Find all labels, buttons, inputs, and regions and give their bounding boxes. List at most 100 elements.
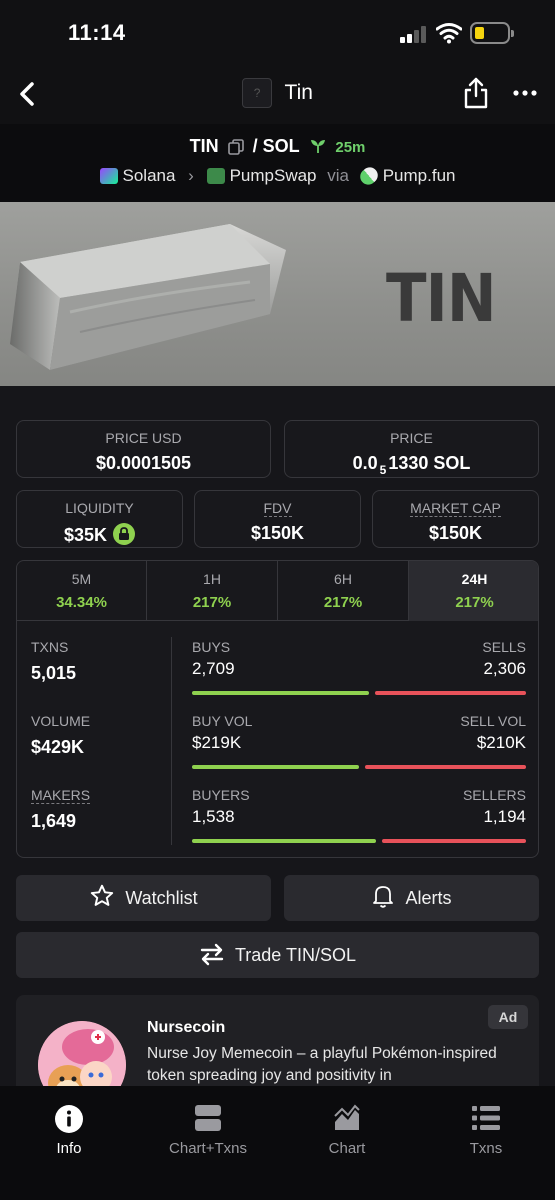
buy-vol-label: BUY VOL xyxy=(192,713,253,729)
buys-sells-stat: BUYS SELLS 2,709 2,306 xyxy=(192,639,526,699)
alerts-button[interactable]: Alerts xyxy=(284,875,539,921)
volume-label: VOLUME xyxy=(31,713,91,729)
tab-change: 217% xyxy=(192,594,232,611)
sell-vol-value: $210K xyxy=(476,733,526,752)
tab-change: 217% xyxy=(455,594,494,611)
alerts-label: Alerts xyxy=(405,888,452,908)
buy-sell-volume-stat: BUY VOL SELL VOL $219K $210K xyxy=(192,713,526,773)
via-text: via xyxy=(327,166,349,185)
watchlist-label: Watchlist xyxy=(125,888,198,908)
price-native-label: PRICE xyxy=(390,430,433,446)
sell-vol-label: SELL VOL xyxy=(460,713,526,729)
trade-button[interactable]: Trade TIN/SOL xyxy=(16,932,539,978)
banner-text: TIN xyxy=(386,260,497,337)
tab-chart[interactable]: Chart xyxy=(287,1104,407,1157)
tab-chart-txns[interactable]: Chart+Txns xyxy=(148,1104,268,1157)
token-placeholder-icon: ? xyxy=(242,78,273,108)
tab-info-label: Info xyxy=(56,1140,82,1157)
market-cap-value: $150K xyxy=(428,523,483,543)
chevron-right-icon: › xyxy=(188,166,194,185)
share-icon[interactable] xyxy=(462,76,490,110)
tab-24h[interactable]: 24H 217% xyxy=(409,561,538,621)
price-usd-card: PRICE USD $0.0001505 xyxy=(16,420,271,478)
timeframe-tabs: 5M 34.34% 1H 217% 6H 217% 24H 217% xyxy=(17,561,538,621)
tab-5m[interactable]: 5M 34.34% xyxy=(17,561,147,621)
txns-stat: TXNS 5,015 xyxy=(31,639,76,684)
price-usd-value: $0.0001505 xyxy=(95,453,192,473)
liquidity-card: LIQUIDITY $35K xyxy=(16,490,183,548)
pair-age: 25m xyxy=(335,139,366,156)
buys-sells-ratio-bar xyxy=(192,691,526,695)
launchpad-link[interactable]: Pump.fun xyxy=(383,166,456,185)
dex-link[interactable]: PumpSwap xyxy=(230,166,317,185)
lock-icon[interactable] xyxy=(113,523,136,545)
makers-stat[interactable]: MAKERS 1,649 xyxy=(31,787,91,832)
fdv-card[interactable]: FDV $150K xyxy=(194,490,361,548)
pair-route: Solana › PumpSwap via Pump.fun xyxy=(0,164,555,188)
bottom-tab-bar: Info Chart+Txns Chart Txns xyxy=(0,1086,555,1200)
tab-label: 1H xyxy=(203,571,221,587)
status-time: 11:14 xyxy=(68,20,126,45)
wifi-icon xyxy=(436,23,462,44)
swap-arrows-icon xyxy=(200,943,224,966)
more-options-icon[interactable] xyxy=(512,78,538,108)
tab-txns[interactable]: Txns xyxy=(426,1104,546,1157)
market-cap-card[interactable]: MARKET CAP $150K xyxy=(372,490,539,548)
pumpswap-icon xyxy=(206,168,225,184)
tab-label: 24H xyxy=(461,571,488,587)
base-symbol: TIN xyxy=(189,136,219,156)
tin-ingot-image xyxy=(10,224,286,370)
volume-stat: VOLUME $429K xyxy=(31,713,90,758)
chart-icon xyxy=(334,1104,360,1130)
tab-change: 217% xyxy=(323,594,363,611)
fdv-label: FDV xyxy=(263,500,292,517)
tab-info[interactable]: Info xyxy=(9,1104,129,1157)
fdv-value: $150K xyxy=(250,523,305,543)
status-bar: 11:14 xyxy=(0,0,555,66)
pill-icon xyxy=(356,164,381,188)
makers-label: MAKERS xyxy=(31,787,91,804)
bell-icon xyxy=(373,886,394,908)
buy-sell-volume-ratio-bar xyxy=(192,765,526,769)
sellers-value: 1,194 xyxy=(483,807,526,826)
tab-6h[interactable]: 6H 217% xyxy=(278,561,409,621)
nav-header: ? Tin xyxy=(0,66,555,124)
makers-value: 1,649 xyxy=(31,811,77,831)
watchlist-button[interactable]: Watchlist xyxy=(16,875,271,921)
tab-change: 34.34% xyxy=(56,594,107,611)
price-usd-label: PRICE USD xyxy=(105,430,182,446)
volume-value: $429K xyxy=(31,737,85,757)
sells-value: 2,306 xyxy=(483,659,526,678)
buyers-label: BUYERS xyxy=(192,787,250,803)
copy-icon[interactable] xyxy=(227,139,244,156)
txns-value: 5,015 xyxy=(31,663,77,683)
pair-header: TIN / SOL 25m Solana › PumpSwap via Pump… xyxy=(0,124,555,202)
tab-1h[interactable]: 1H 217% xyxy=(147,561,278,621)
stats-divider xyxy=(171,637,172,845)
ad-card[interactable]: Nursecoin Nurse Joy Memecoin – a playful… xyxy=(16,995,539,1095)
tab-label: 6H xyxy=(334,571,352,587)
battery-icon xyxy=(470,22,514,44)
list-icon xyxy=(472,1106,500,1130)
seedling-icon xyxy=(311,140,326,153)
split-view-icon xyxy=(195,1105,221,1131)
ad-badge: Ad xyxy=(488,1005,528,1029)
buy-vol-value: $219K xyxy=(192,733,242,752)
quote-symbol: SOL xyxy=(262,136,300,156)
sellers-label: SELLERS xyxy=(462,787,526,803)
buys-value: 2,709 xyxy=(192,659,235,678)
tab-chart-label: Chart xyxy=(328,1140,366,1157)
fdv-label-wrap: FDV xyxy=(195,500,360,517)
chain-link[interactable]: Solana xyxy=(123,166,176,185)
price-native-value: 0.0 5 1330 SOL xyxy=(352,453,471,477)
stats-panel: 5M 34.34% 1H 217% 6H 217% 24H 217% TXNS … xyxy=(16,560,539,858)
market-cap-label: MARKET CAP xyxy=(410,500,501,517)
liquidity-label: LIQUIDITY xyxy=(65,500,134,516)
market-cap-label-wrap: MARKET CAP xyxy=(373,500,538,517)
txns-label: TXNS xyxy=(31,639,69,655)
liquidity-value-group: $35K xyxy=(17,523,182,546)
cellular-signal-icon xyxy=(400,25,430,43)
token-banner: TIN xyxy=(0,202,555,386)
trade-label: Trade TIN/SOL xyxy=(234,945,357,965)
tab-txns-label: Txns xyxy=(469,1140,503,1157)
